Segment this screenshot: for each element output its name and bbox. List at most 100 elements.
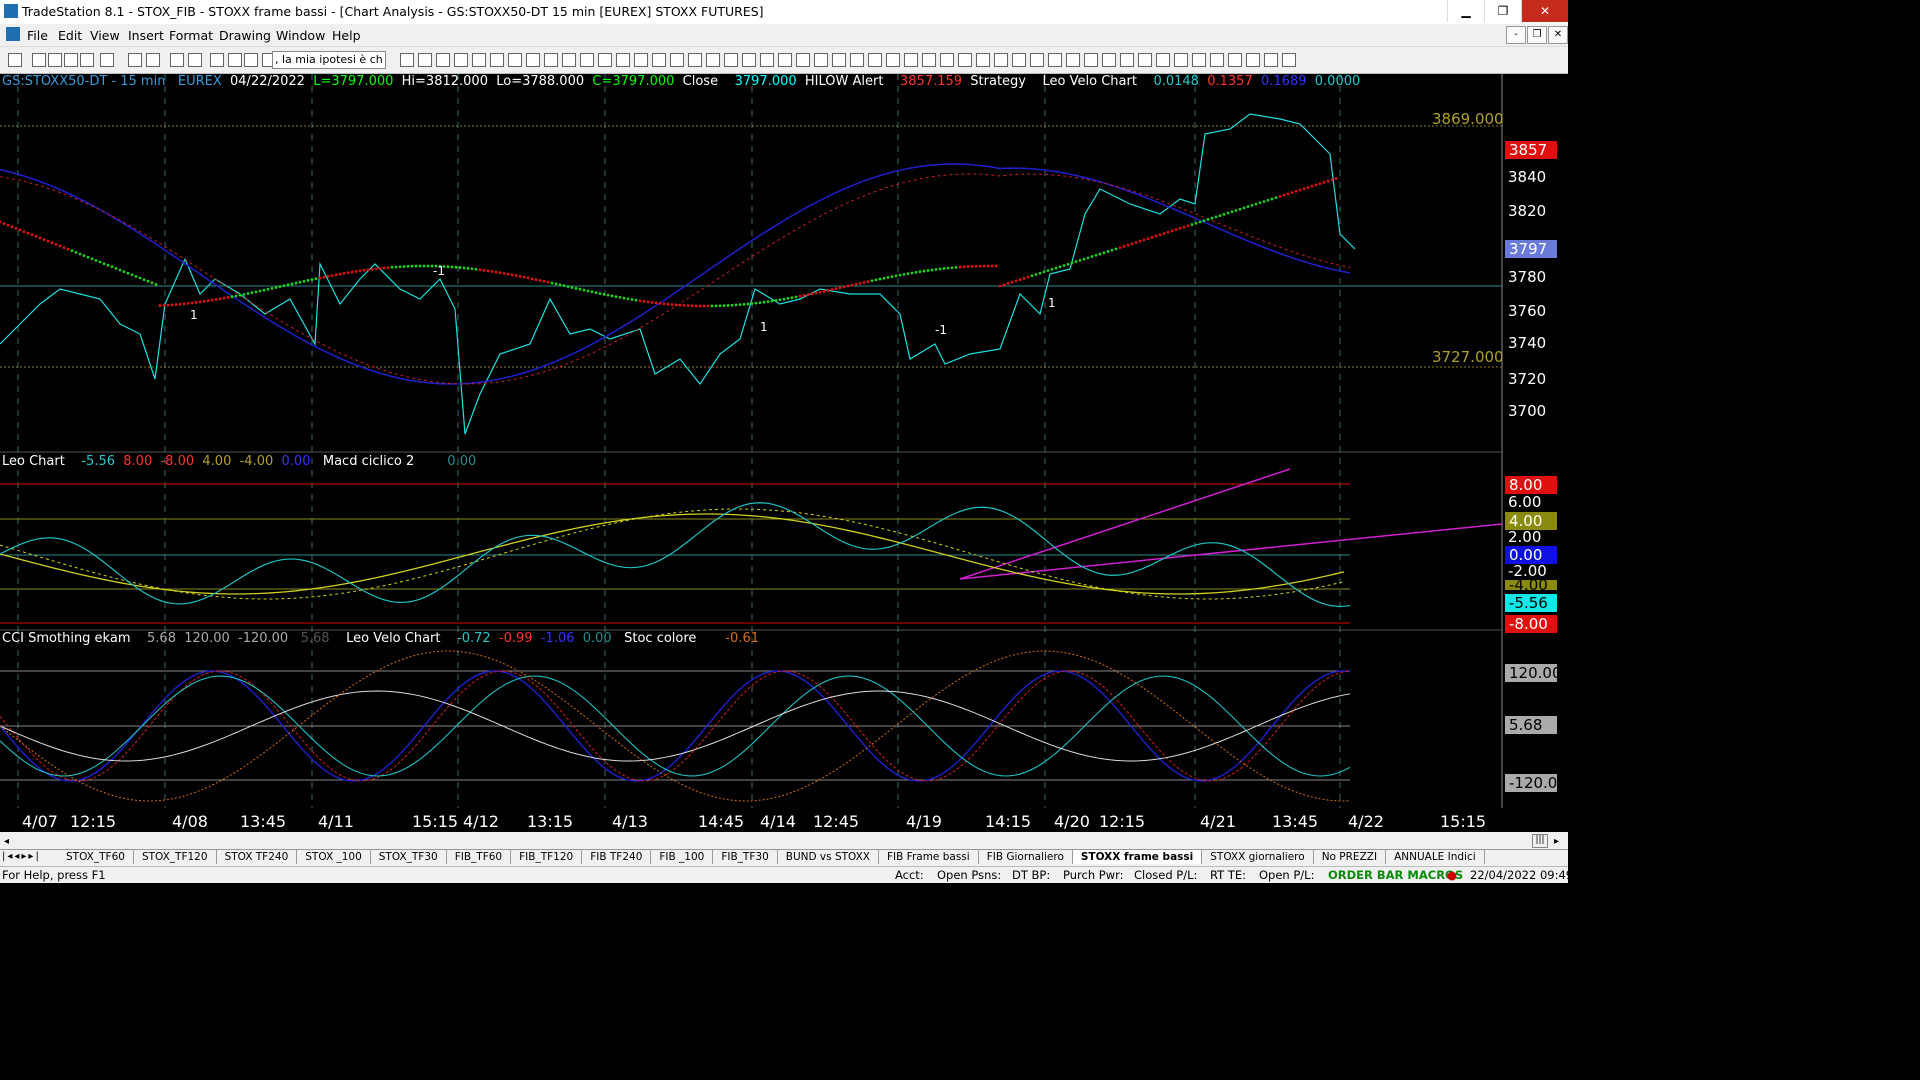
- toolbar-button-icon[interactable]: [1102, 53, 1116, 67]
- toolbar-button-icon[interactable]: [64, 53, 78, 67]
- toolbar-button-icon[interactable]: [670, 53, 684, 67]
- chart-area[interactable]: GS:STOXX50-DT - 15 min EUREX 04/22/2022 …: [0, 74, 1568, 848]
- tab-1[interactable]: STOX_TF120: [133, 850, 217, 864]
- toolbar-button-icon[interactable]: [80, 53, 94, 67]
- toolbar-button-icon[interactable]: [490, 53, 504, 67]
- toolbar-button-icon[interactable]: [616, 53, 630, 67]
- toolbar-button-icon[interactable]: [724, 53, 738, 67]
- toolbar-button-icon[interactable]: [418, 53, 432, 67]
- toolbar-button-icon[interactable]: [472, 53, 486, 67]
- chart-window-icon[interactable]: [6, 27, 20, 41]
- scroll-right-icon[interactable]: ▸: [1554, 836, 1559, 847]
- toolbar-button-icon[interactable]: [832, 53, 846, 67]
- tab-8[interactable]: FIB _100: [651, 850, 714, 864]
- menu-view[interactable]: View: [90, 28, 120, 43]
- toolbar-button-icon[interactable]: [526, 53, 540, 67]
- toolbar-button-icon[interactable]: [1264, 53, 1278, 67]
- toolbar-button-icon[interactable]: [170, 53, 184, 67]
- toolbar-button-icon[interactable]: [1174, 53, 1188, 67]
- toolbar-button-icon[interactable]: [100, 53, 114, 67]
- toolbar-button-icon[interactable]: [544, 53, 558, 67]
- maximize-button[interactable]: ❐: [1484, 0, 1521, 22]
- toolbar-combo[interactable]: , la mia ipotesi è ch: [272, 51, 386, 69]
- toolbar-button-icon[interactable]: [244, 53, 258, 67]
- toolbar-button-icon[interactable]: [228, 53, 242, 67]
- toolbar-button-icon[interactable]: [8, 53, 22, 67]
- tab-10[interactable]: BUND vs STOXX: [777, 850, 879, 864]
- scroll-thumb[interactable]: |||: [1532, 834, 1548, 848]
- toolbar-button-icon[interactable]: [904, 53, 918, 67]
- close-button[interactable]: ✕: [1521, 0, 1568, 22]
- toolbar-button-icon[interactable]: [400, 53, 414, 67]
- tab-3[interactable]: STOX _100: [297, 850, 371, 864]
- toolbar-button-icon[interactable]: [1120, 53, 1134, 67]
- tab-16[interactable]: ANNUALE Indici: [1386, 850, 1485, 864]
- toolbar-button-icon[interactable]: [1012, 53, 1026, 67]
- tab-13[interactable]: STOXX frame bassi: [1072, 850, 1203, 864]
- tab-2[interactable]: STOX TF240: [216, 850, 298, 864]
- toolbar-button-icon[interactable]: [1246, 53, 1260, 67]
- toolbar-button-icon[interactable]: [598, 53, 612, 67]
- toolbar-button-icon[interactable]: [1282, 53, 1296, 67]
- toolbar-button-icon[interactable]: [508, 53, 522, 67]
- tab-0[interactable]: STOX_TF60: [58, 850, 134, 864]
- toolbar-button-icon[interactable]: [742, 53, 756, 67]
- toolbar-button-icon[interactable]: [1084, 53, 1098, 67]
- toolbar-button-icon[interactable]: [760, 53, 774, 67]
- toolbar-button-icon[interactable]: [48, 53, 62, 67]
- toolbar-button-icon[interactable]: [940, 53, 954, 67]
- tab-14[interactable]: STOXX giornaliero: [1202, 850, 1314, 864]
- minimize-button[interactable]: ▁: [1447, 0, 1484, 22]
- mdi-minimize-button[interactable]: -: [1506, 26, 1526, 44]
- order-bar-macros[interactable]: ORDER BAR MACROS: [1328, 868, 1463, 882]
- toolbar-button-icon[interactable]: [814, 53, 828, 67]
- menu-insert[interactable]: Insert: [128, 28, 164, 43]
- tab-12[interactable]: FIB Giornaliero: [978, 850, 1073, 864]
- scroll-left-icon[interactable]: ◂: [4, 836, 9, 847]
- tab-4[interactable]: STOX_TF30: [370, 850, 447, 864]
- mdi-restore-button[interactable]: ❐: [1527, 26, 1547, 44]
- toolbar-button-icon[interactable]: [1030, 53, 1044, 67]
- toolbar-button-icon[interactable]: [188, 53, 202, 67]
- menu-format[interactable]: Format: [169, 28, 213, 43]
- toolbar-button-icon[interactable]: [32, 53, 46, 67]
- toolbar-button-icon[interactable]: [1048, 53, 1062, 67]
- mdi-close-button[interactable]: ✕: [1548, 26, 1568, 44]
- toolbar-button-icon[interactable]: [1210, 53, 1224, 67]
- toolbar-button-icon[interactable]: [1066, 53, 1080, 67]
- toolbar-button-icon[interactable]: [976, 53, 990, 67]
- menu-drawing[interactable]: Drawing: [219, 28, 271, 43]
- toolbar-button-icon[interactable]: [958, 53, 972, 67]
- horizontal-scrollbar[interactable]: ◂ ||| ▸: [0, 832, 1568, 849]
- tab-6[interactable]: FIB_TF120: [511, 850, 583, 864]
- toolbar-button-icon[interactable]: [886, 53, 900, 67]
- tab-7[interactable]: FIB TF240: [582, 850, 652, 864]
- toolbar-button-icon[interactable]: [436, 53, 450, 67]
- tab-nav-icons[interactable]: |◂◂▸▸|: [2, 851, 41, 862]
- toolbar-button-icon[interactable]: [634, 53, 648, 67]
- toolbar-button-icon[interactable]: [146, 53, 160, 67]
- toolbar-button-icon[interactable]: [1156, 53, 1170, 67]
- menu-file[interactable]: File: [27, 28, 48, 43]
- toolbar-button-icon[interactable]: [128, 53, 142, 67]
- toolbar-button-icon[interactable]: [778, 53, 792, 67]
- toolbar-button-icon[interactable]: [1228, 53, 1242, 67]
- toolbar-button-icon[interactable]: [922, 53, 936, 67]
- menu-edit[interactable]: Edit: [58, 28, 82, 43]
- toolbar-button-icon[interactable]: [706, 53, 720, 67]
- tab-5[interactable]: FIB_TF60: [446, 850, 512, 864]
- toolbar-button-icon[interactable]: [994, 53, 1008, 67]
- tab-15[interactable]: No PREZZI: [1313, 850, 1387, 864]
- toolbar-button-icon[interactable]: [562, 53, 576, 67]
- toolbar-button-icon[interactable]: [796, 53, 810, 67]
- toolbar-button-icon[interactable]: [688, 53, 702, 67]
- toolbar-button-icon[interactable]: [850, 53, 864, 67]
- toolbar-button-icon[interactable]: [652, 53, 666, 67]
- toolbar-button-icon[interactable]: [1192, 53, 1206, 67]
- toolbar-button-icon[interactable]: [210, 53, 224, 67]
- toolbar-button-icon[interactable]: [580, 53, 594, 67]
- menu-help[interactable]: Help: [332, 28, 361, 43]
- menu-window[interactable]: Window: [276, 28, 325, 43]
- toolbar-button-icon[interactable]: [868, 53, 882, 67]
- tab-11[interactable]: FIB Frame bassi: [879, 850, 979, 864]
